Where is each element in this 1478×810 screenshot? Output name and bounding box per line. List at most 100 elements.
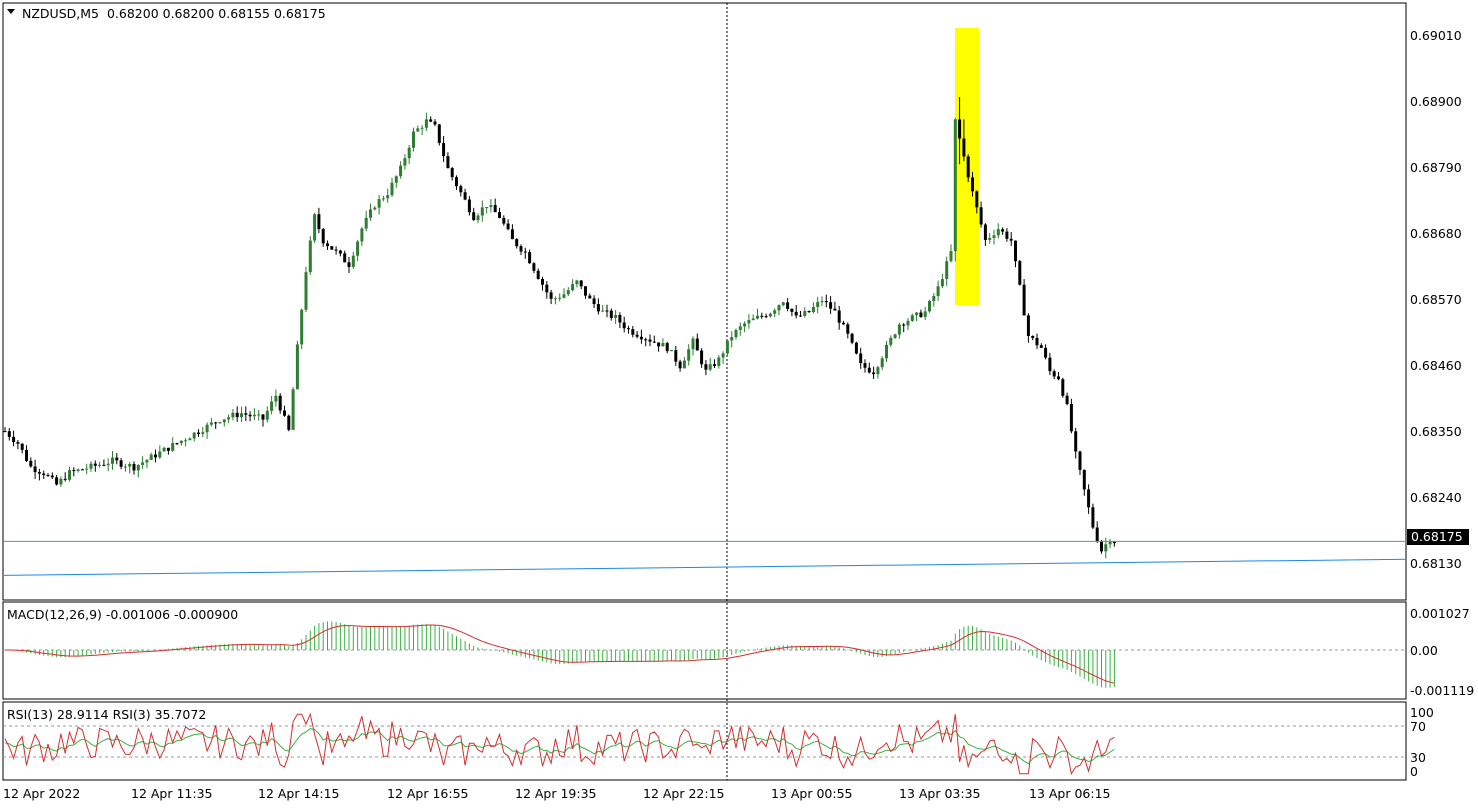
rsi-fast-line [4, 712, 1115, 776]
candle-body [485, 207, 489, 209]
candle-body [558, 297, 562, 299]
candle-body [390, 182, 394, 196]
candle-body [652, 341, 656, 343]
candle-body [687, 349, 691, 361]
rsi-pane-border [2, 701, 1407, 781]
candle-body [773, 310, 777, 314]
candle-body [403, 158, 407, 166]
candle-body [162, 447, 166, 452]
time-tick: 13 Apr 00:55 [771, 786, 853, 801]
candle-body [523, 251, 527, 253]
current-price-text: 0.68175 [1411, 529, 1463, 544]
macd-histogram [8, 621, 1115, 688]
price-tick: 0.68240 [1410, 490, 1462, 505]
candle-body [863, 363, 867, 368]
price-tick: 0.68130 [1410, 556, 1462, 571]
candle-body [85, 468, 89, 470]
candle-body [154, 454, 157, 458]
candle-body [252, 414, 256, 417]
candle-body [717, 357, 721, 366]
candle-body [627, 328, 630, 330]
candle-body [270, 401, 274, 411]
chart-window[interactable]: NZDUSD,M5 0.68200 0.68200 0.68155 0.68175… [0, 0, 1478, 807]
candle-body [192, 432, 196, 439]
candle-body [1048, 357, 1052, 372]
time-axis: 12 Apr 2022 12 Apr 11:35 12 Apr 14:15 12… [3, 786, 1111, 801]
candle-body [188, 438, 192, 441]
candle-body [265, 410, 269, 420]
candle-body [691, 338, 695, 350]
candle-body [248, 414, 252, 417]
candle-body [46, 475, 50, 477]
candle-body [889, 337, 893, 345]
price-tick: 0.68350 [1410, 424, 1462, 439]
candle-body [519, 246, 523, 252]
candle-body [102, 464, 106, 466]
candle-body [1087, 489, 1091, 508]
candle-body [760, 315, 764, 317]
candle-body [424, 119, 428, 128]
candle-body [657, 342, 661, 347]
candle-body [394, 176, 398, 183]
candle-body [93, 463, 97, 466]
candle-body [1108, 541, 1112, 545]
rsi-scale-100: 100 [1410, 705, 1434, 720]
candle-body [214, 422, 218, 424]
candle-body [975, 191, 979, 208]
candle-body [416, 128, 420, 132]
candle-body [412, 131, 415, 148]
candle-body [596, 304, 600, 312]
candle-body [175, 443, 179, 445]
candle-body [872, 372, 876, 375]
candle-body [635, 334, 639, 337]
candle-body [988, 237, 992, 240]
chart-menu-arrow-icon[interactable] [7, 9, 15, 14]
candle-body [33, 466, 37, 473]
candle-body [308, 240, 312, 273]
candle-body [824, 301, 828, 303]
candle-body [313, 214, 317, 241]
candle-body [506, 223, 510, 230]
candle-body [846, 324, 850, 334]
candle-body [420, 127, 424, 129]
candle-body [631, 329, 635, 335]
candle-body [377, 199, 381, 208]
candle-body [876, 367, 880, 375]
candle-body [790, 308, 794, 312]
candle-body [1074, 431, 1078, 452]
candle-body [463, 192, 467, 200]
candle-body [906, 320, 910, 326]
time-tick: 13 Apr 03:35 [899, 786, 981, 801]
candle-body [132, 464, 136, 471]
candle-body [781, 302, 785, 306]
candle-body [119, 460, 123, 467]
candle-body [799, 315, 802, 317]
candle-body [902, 324, 906, 326]
candle-body [1082, 469, 1086, 490]
candle-body [437, 124, 441, 143]
candle-body [1022, 284, 1026, 316]
candle-body [25, 449, 28, 461]
candle-body [515, 239, 519, 247]
trend-line[interactable] [2, 558, 1407, 576]
candle-body [545, 284, 549, 293]
chart-canvas[interactable]: NZDUSD,M5 0.68200 0.68200 0.68155 0.68175… [0, 0, 1478, 807]
candle-body [1100, 541, 1103, 552]
candle-body [300, 309, 304, 345]
candle-body [386, 195, 390, 199]
candle-body [678, 361, 682, 369]
candle-body [885, 344, 888, 359]
candle-body [859, 353, 863, 364]
candle-body [971, 177, 974, 192]
candle-body [854, 342, 858, 354]
candle-body [1095, 527, 1099, 542]
candle-body [476, 215, 480, 221]
price-tick: 0.68900 [1410, 94, 1462, 109]
candle-body [1078, 451, 1082, 470]
candle-body [407, 147, 411, 159]
candle-body [648, 339, 652, 342]
candle-body [295, 344, 299, 390]
candle-body [3, 431, 7, 433]
candle-body [807, 310, 811, 313]
candle-body [945, 261, 949, 280]
